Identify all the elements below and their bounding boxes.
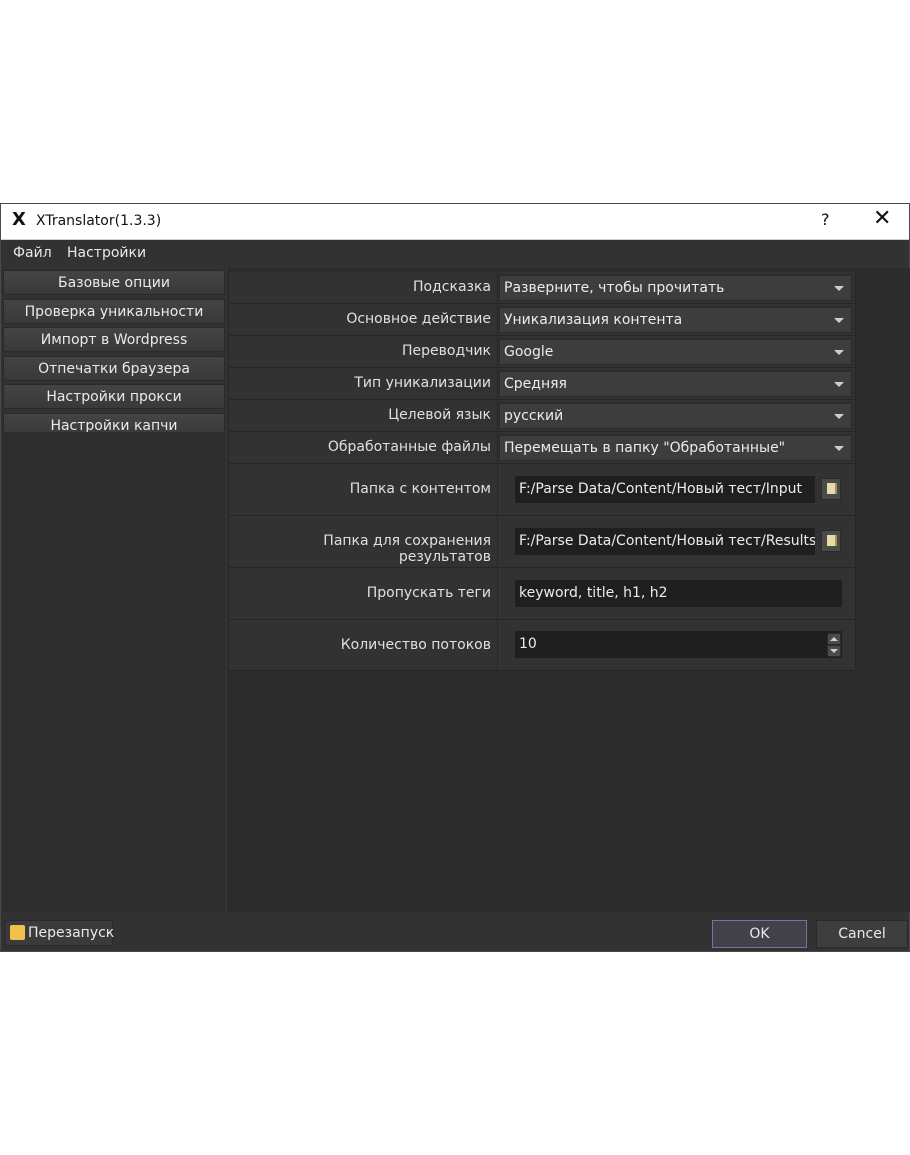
content-folder-label: Папка с контентом bbox=[349, 481, 491, 497]
restart-label: Перезапуск bbox=[28, 925, 115, 941]
processed-files-row: Обработанные файлы Перемещать в папку "О… bbox=[229, 432, 855, 464]
hint-value: Разверните, чтобы прочитать bbox=[504, 280, 725, 296]
target-lang-select[interactable]: русский bbox=[499, 403, 852, 429]
translator-select[interactable]: Google bbox=[499, 339, 852, 365]
x-logo-icon: X bbox=[12, 209, 26, 230]
settings-panel: Подсказка Разверните, чтобы прочитать Ос… bbox=[228, 268, 910, 912]
spin-down-icon[interactable] bbox=[827, 645, 841, 657]
chevron-down-icon bbox=[834, 350, 844, 355]
target-lang-label: Целевой язык bbox=[388, 407, 491, 423]
browse-results-folder-button[interactable] bbox=[821, 530, 841, 552]
results-folder-field[interactable]: F:/Parse Data/Content/Новый тест/Results bbox=[515, 528, 815, 555]
translator-row: Переводчик Google bbox=[229, 336, 855, 368]
footer: Перезапуск OK Cancel bbox=[1, 914, 909, 951]
sidebar: Базовые опции Проверка уникальности Импо… bbox=[3, 270, 225, 441]
uniq-type-row: Тип уникализации Средняя bbox=[229, 368, 855, 400]
skip-tags-field[interactable]: keyword, title, h1, h2 bbox=[515, 580, 842, 607]
settings-window: X XTranslator(1.3.3) ? ✕ Файл Настройки … bbox=[0, 203, 910, 952]
translator-value: Google bbox=[504, 344, 554, 360]
sidebar-empty-area bbox=[3, 432, 225, 912]
main-action-select[interactable]: Уникализация контента bbox=[499, 307, 852, 333]
sidebar-item-basic-options[interactable]: Базовые опции bbox=[3, 270, 225, 295]
processed-files-value: Перемещать в папку "Обработанные" bbox=[504, 440, 786, 456]
skip-tags-label: Пропускать теги bbox=[366, 585, 491, 601]
uniq-type-value: Средняя bbox=[504, 376, 567, 392]
hint-row: Подсказка Разверните, чтобы прочитать bbox=[229, 272, 855, 304]
translator-label: Переводчик bbox=[402, 343, 491, 359]
processed-files-label: Обработанные файлы bbox=[327, 439, 491, 455]
results-folder-label: Папка для сохранения результатов bbox=[323, 533, 491, 565]
title-bar: X XTranslator(1.3.3) ? ✕ bbox=[1, 204, 909, 240]
chevron-down-icon bbox=[834, 382, 844, 387]
chevron-down-icon bbox=[834, 318, 844, 323]
folder-icon bbox=[827, 483, 837, 494]
folder-icon bbox=[827, 535, 837, 546]
chevron-down-icon bbox=[834, 446, 844, 451]
cancel-button[interactable]: Cancel bbox=[816, 920, 908, 948]
target-lang-value: русский bbox=[504, 408, 564, 424]
content-folder-field[interactable]: F:/Parse Data/Content/Новый тест/Input bbox=[515, 476, 815, 503]
main-action-label: Основное действие bbox=[346, 311, 491, 327]
hint-label: Подсказка bbox=[413, 279, 491, 295]
sidebar-item-proxy-settings[interactable]: Настройки прокси bbox=[3, 384, 225, 409]
chevron-down-icon bbox=[834, 286, 844, 291]
main-action-value: Уникализация контента bbox=[504, 312, 683, 328]
spin-up-icon[interactable] bbox=[827, 633, 841, 645]
sidebar-item-browser-fingerprints[interactable]: Отпечатки браузера bbox=[3, 355, 225, 381]
threads-spinbox[interactable]: 10 bbox=[515, 631, 842, 658]
uniq-type-label: Тип уникализации bbox=[354, 375, 491, 391]
sidebar-item-uniqueness-check[interactable]: Проверка уникальности bbox=[3, 298, 225, 324]
menu-file[interactable]: Файл bbox=[13, 245, 52, 261]
threads-row: Количество потоков 10 bbox=[229, 620, 855, 671]
ok-button[interactable]: OK bbox=[712, 920, 807, 948]
content-folder-row: Папка с контентом F:/Parse Data/Content/… bbox=[229, 464, 855, 516]
main-action-row: Основное действие Уникализация контента bbox=[229, 304, 855, 336]
hint-select[interactable]: Разверните, чтобы прочитать bbox=[499, 275, 852, 301]
processed-files-select[interactable]: Перемещать в папку "Обработанные" bbox=[499, 435, 852, 461]
results-folder-row: Папка для сохранения результатов F:/Pars… bbox=[229, 516, 855, 568]
menu-settings[interactable]: Настройки bbox=[67, 245, 146, 261]
restart-button[interactable]: Перезапуск bbox=[5, 920, 115, 946]
target-lang-row: Целевой язык русский bbox=[229, 400, 855, 432]
browse-content-folder-button[interactable] bbox=[821, 478, 841, 500]
sidebar-item-wordpress-import[interactable]: Импорт в Wordpress bbox=[3, 327, 225, 352]
chevron-down-icon bbox=[834, 414, 844, 419]
window-title: XTranslator(1.3.3) bbox=[36, 213, 162, 229]
uniq-type-select[interactable]: Средняя bbox=[499, 371, 852, 397]
threads-label: Количество потоков bbox=[340, 637, 491, 653]
menu-bar: Файл Настройки bbox=[1, 240, 909, 268]
close-icon[interactable]: ✕ bbox=[873, 206, 891, 231]
skip-tags-row: Пропускать теги keyword, title, h1, h2 bbox=[229, 568, 855, 620]
restart-icon bbox=[10, 925, 25, 940]
help-button[interactable]: ? bbox=[821, 210, 830, 229]
